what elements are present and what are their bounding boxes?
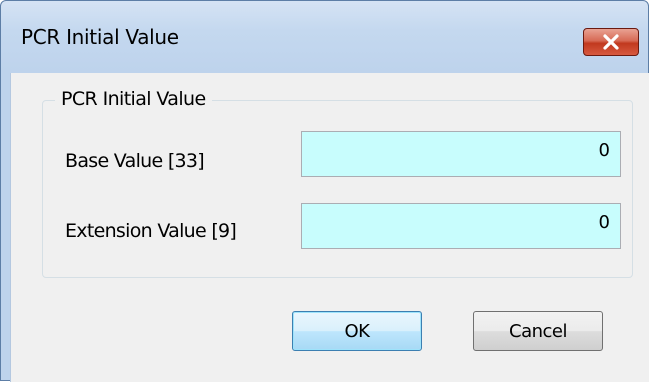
close-button[interactable] [583, 28, 639, 56]
base-value-input[interactable] [301, 131, 621, 177]
cancel-button[interactable]: Cancel [473, 311, 603, 351]
extension-value-input[interactable] [301, 203, 621, 249]
extension-value-label: Extension Value [9] [65, 220, 237, 242]
dialog-window: PCR Initial Value PCR Initial Value Base… [0, 0, 649, 382]
close-icon [603, 34, 619, 50]
window-title: PCR Initial Value [21, 25, 179, 49]
ok-button[interactable]: OK [292, 311, 422, 351]
pcr-group-box: PCR Initial Value Base Value [33] Extens… [42, 88, 633, 278]
dialog-body: PCR Initial Value Base Value [33] Extens… [10, 73, 649, 382]
title-bar[interactable]: PCR Initial Value [1, 1, 648, 73]
base-value-label: Base Value [33] [65, 150, 205, 172]
group-box-legend: PCR Initial Value [55, 88, 212, 110]
